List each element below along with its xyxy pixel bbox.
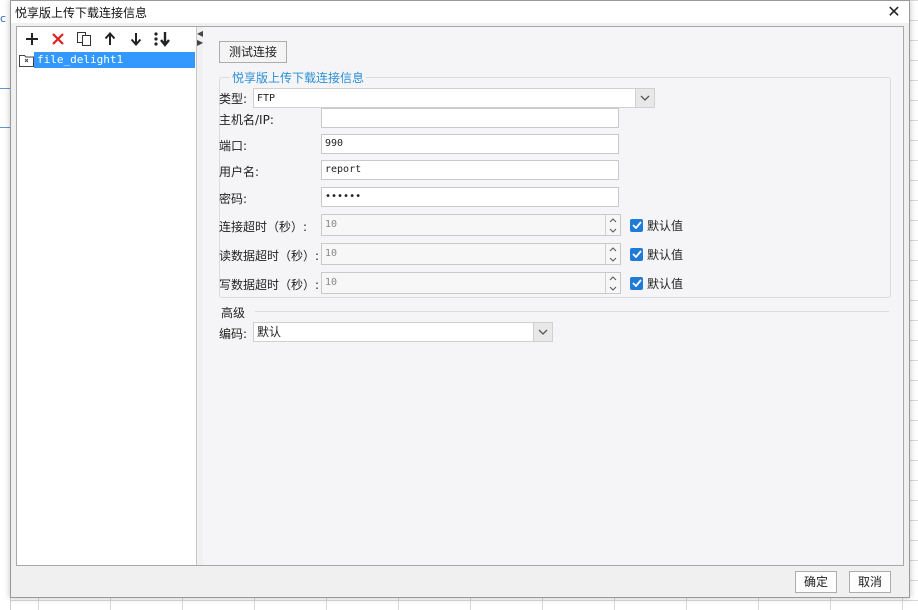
host-label: 主机名/IP: [219,113,274,127]
connect-timeout-default-checkbox[interactable]: 默认值 [630,217,683,233]
tree-toolbar [17,27,196,51]
checkmark-icon [630,247,643,261]
port-input[interactable]: 990 [321,134,619,154]
connection-tree-panel: file_delight1 [17,27,197,565]
default-value-label: 默认值 [647,218,684,233]
read-timeout-label: 读数据超时（秒）: [219,249,320,263]
connect-timeout-value: 10 [325,219,338,230]
spin-down-icon[interactable] [606,283,620,293]
type-select-value: FTP [257,93,276,104]
connection-settings-panel: 测试连接 悦享版上传下载连接信息 类型: FTP 主机名/IP: 端口: 990… [203,27,903,565]
background-selected-cell [0,88,10,128]
add-icon[interactable] [22,30,42,48]
ok-button[interactable]: 确定 [795,571,837,593]
type-label: 类型: [219,92,248,106]
move-down-icon[interactable] [126,30,146,48]
cancel-button[interactable]: 取消 [849,571,891,593]
encoding-select[interactable]: 默认 [253,322,553,342]
delete-icon[interactable] [48,30,68,48]
chevron-down-icon [533,323,552,341]
checkmark-icon [630,218,643,232]
spin-up-icon[interactable] [606,244,620,254]
spin-down-icon[interactable] [606,225,620,235]
password-input[interactable]: •••••• [321,187,619,207]
spin-down-icon[interactable] [606,254,620,264]
content-area: file_delight1 ◀ ▶ 测试连接 悦享版上传下载连接信息 类型: FT… [16,26,904,566]
password-label: 密码: [219,192,248,206]
spin-up-icon[interactable] [606,215,620,225]
checkmark-icon [630,276,643,290]
chevron-down-icon [635,89,654,107]
tree-item-label: file_delight1 [34,52,195,68]
tree-item-file-delight1[interactable]: file_delight1 [19,52,195,68]
advanced-section-title: 高级 [221,306,246,320]
background-cell-text: c [0,12,7,25]
username-label: 用户名: [219,165,260,179]
copy-icon[interactable] [74,30,94,48]
type-select[interactable]: FTP [253,88,655,108]
title-bar: 悦享版上传下载连接信息 ✕ [11,1,909,23]
spin-up-icon[interactable] [606,273,620,283]
connection-group-title: 悦享版上传下载连接信息 [230,69,367,86]
write-timeout-value: 10 [325,277,338,288]
folder-file-icon [19,53,34,67]
spinner-buttons [605,244,620,264]
default-value-label: 默认值 [647,247,684,262]
host-input[interactable] [321,108,619,128]
write-timeout-default-checkbox[interactable]: 默认值 [630,275,683,291]
encoding-label: 编码: [219,327,248,341]
connect-timeout-spinner[interactable]: 10 [321,214,621,236]
move-up-icon[interactable] [100,30,120,48]
read-timeout-value: 10 [325,248,338,259]
read-timeout-default-checkbox[interactable]: 默认值 [630,246,683,262]
write-timeout-spinner[interactable]: 10 [321,272,621,294]
spinner-buttons [605,273,620,293]
write-timeout-label: 写数据超时（秒）: [219,278,320,292]
sort-icon[interactable] [152,30,172,48]
username-input[interactable]: report [321,160,619,180]
encoding-select-value: 默认 [257,325,282,339]
default-value-label: 默认值 [647,276,684,291]
close-button[interactable]: ✕ [885,3,903,21]
advanced-divider [255,311,889,312]
port-label: 端口: [219,139,248,153]
read-timeout-spinner[interactable]: 10 [321,243,621,265]
spinner-buttons [605,215,620,235]
test-connection-button[interactable]: 测试连接 [219,41,287,63]
connect-timeout-label: 连接超时（秒）: [219,220,308,234]
connection-dialog: 悦享版上传下载连接信息 ✕ file_delight1 ◀ ▶ 测试连接 悦享版… [10,0,910,598]
window-title: 悦享版上传下载连接信息 [15,6,148,20]
